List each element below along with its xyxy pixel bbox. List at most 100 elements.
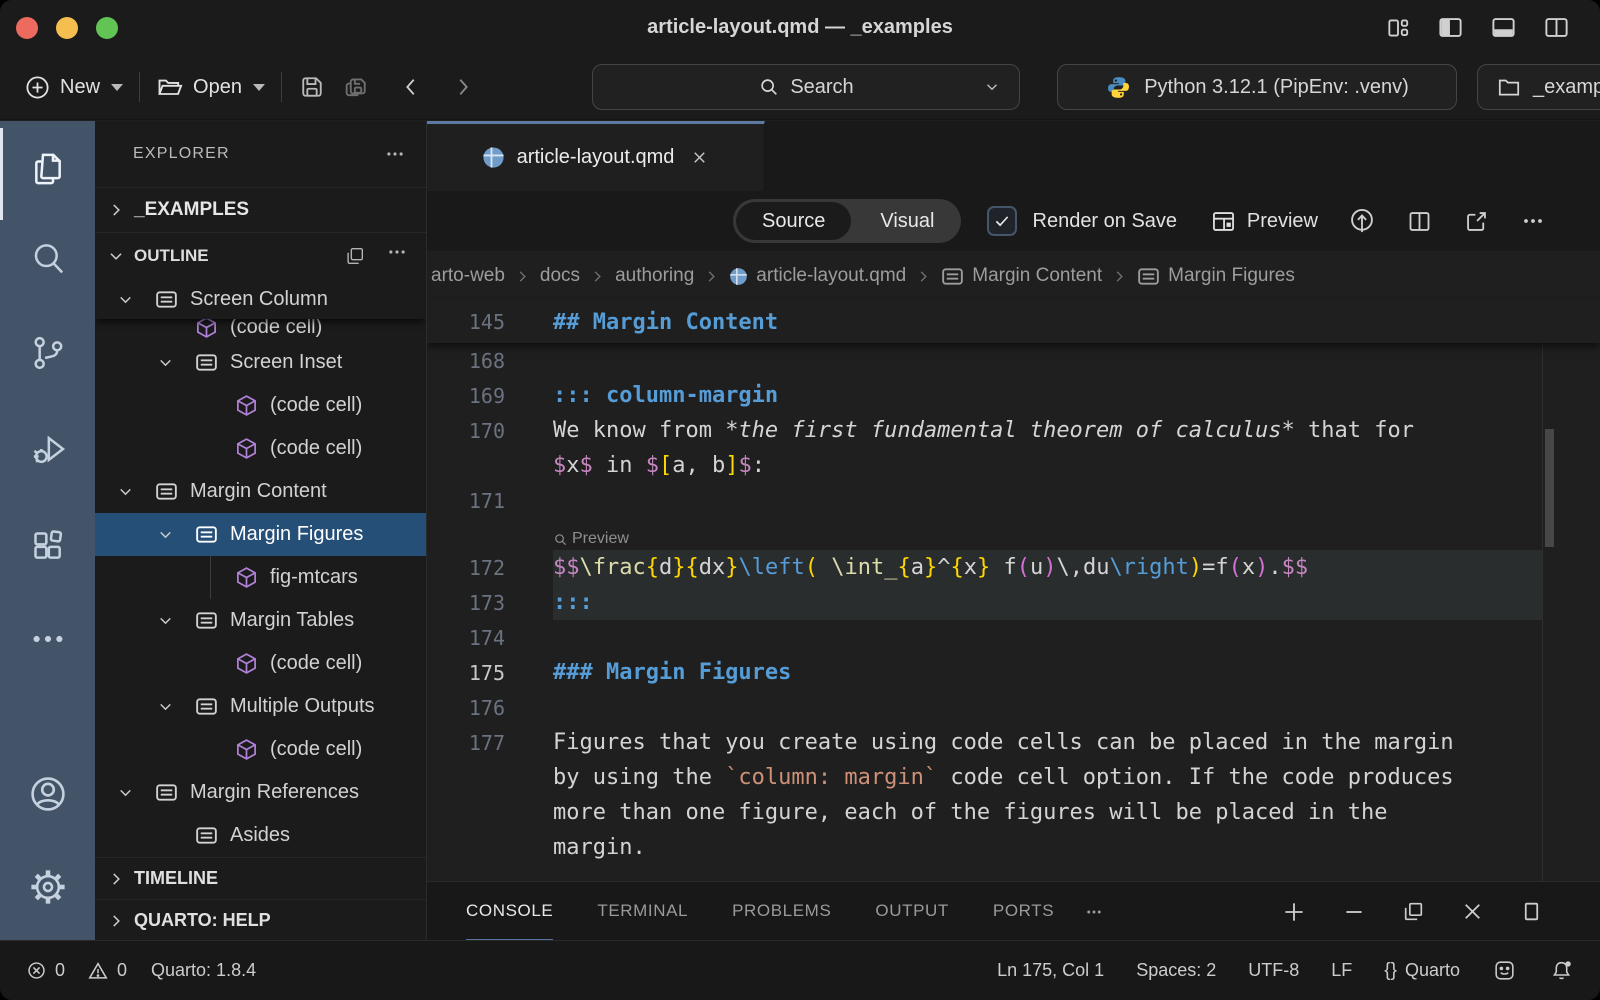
panel-tab-ports[interactable]: PORTS [993, 882, 1054, 940]
extensions-icon[interactable] [0, 526, 95, 566]
save-all-icon[interactable] [342, 73, 370, 101]
chevron-down-icon[interactable] [151, 354, 195, 371]
outline-item-code-cell[interactable]: (code cell) [95, 319, 426, 341]
outline-item-screen-column[interactable]: Screen Column [95, 279, 426, 319]
breadcrumb-item-arto-web[interactable]: arto-web [431, 265, 505, 287]
sidebar-section-quarto-help[interactable]: QUARTO: HELP [95, 899, 426, 940]
panel-tab-output[interactable]: OUTPUT [875, 882, 948, 940]
chevron-down-icon[interactable] [111, 291, 155, 308]
visual-mode-button[interactable]: Visual [854, 199, 960, 243]
breadcrumb-item-margin-content[interactable]: Margin Content [941, 265, 1102, 288]
code-line[interactable]: 174 [427, 620, 1600, 655]
code-line[interactable]: 169::: column-margin [427, 378, 1600, 413]
sidebar-section-examples[interactable]: _EXAMPLES [95, 187, 426, 233]
outline-item-code-cell[interactable]: (code cell) [95, 384, 426, 427]
minimize-panel-icon[interactable] [1341, 899, 1367, 925]
render-on-save-checkbox[interactable] [987, 206, 1017, 236]
navigate-forward-icon[interactable] [452, 76, 474, 98]
code-line[interactable]: $x$ in $[a, b]$: [427, 448, 1600, 483]
code-line[interactable]: 173::: [427, 585, 1600, 620]
toggle-bottom-panel-icon[interactable] [1490, 14, 1517, 41]
search-view-icon[interactable] [0, 239, 95, 279]
code-line[interactable]: by using the `column: margin` code cell … [427, 760, 1600, 795]
outline-item-margin-references[interactable]: Margin References [95, 771, 426, 814]
close-tab-icon[interactable] [690, 148, 709, 167]
explorer-icon[interactable] [0, 148, 95, 190]
panel-tab-problems[interactable]: PROBLEMS [732, 882, 831, 940]
tab-article-layout[interactable]: article-layout.qmd [427, 121, 765, 191]
sidebar-section-timeline[interactable]: TIMELINE [95, 857, 426, 899]
settings-gear-icon[interactable] [0, 866, 95, 908]
code-line[interactable]: 176 [427, 690, 1600, 725]
preview-button[interactable]: Preview [1210, 208, 1318, 235]
source-control-icon[interactable] [0, 333, 95, 373]
split-editor-icon[interactable] [1406, 208, 1433, 235]
language-mode[interactable]: {} Quarto [1384, 960, 1460, 982]
outline-item-asides[interactable]: Asides [95, 814, 426, 857]
code-line[interactable]: 177Figures that you create using code ce… [427, 725, 1600, 760]
breadcrumb-item-docs[interactable]: docs [540, 265, 580, 287]
maximize-panel-icon[interactable] [1519, 899, 1544, 924]
close-panel-icon[interactable] [1460, 899, 1485, 924]
more-actions-icon[interactable] [1520, 213, 1546, 229]
breadcrumb-item-article-layout-qmd[interactable]: article-layout.qmd [729, 265, 906, 287]
source-mode-button[interactable]: Source [736, 202, 851, 240]
outline-item-code-cell[interactable]: (code cell) [95, 642, 426, 685]
run-debug-icon[interactable] [0, 429, 95, 469]
outline-item-code-cell[interactable]: (code cell) [95, 427, 426, 470]
publish-icon[interactable] [1348, 207, 1376, 235]
new-console-plus-icon[interactable] [1281, 899, 1307, 925]
code-line[interactable]: margin. [427, 830, 1600, 865]
breadcrumb-item-authoring[interactable]: authoring [615, 265, 694, 287]
breadcrumb-item-margin-figures[interactable]: Margin Figures [1137, 265, 1295, 288]
toggle-right-panel-icon[interactable] [1543, 14, 1570, 41]
code-line[interactable]: 170We know from *the first fundamental t… [427, 413, 1600, 448]
sidebar-section-outline[interactable]: OUTLINE [95, 233, 426, 279]
chevron-down-icon[interactable] [151, 526, 195, 543]
collapse-all-icon[interactable] [344, 245, 366, 267]
open-button[interactable]: Open [156, 73, 265, 101]
outline-item-margin-figures[interactable]: Margin Figures [95, 513, 426, 556]
workspace-button[interactable]: _examples [1477, 64, 1600, 110]
panel-tab-console[interactable]: CONSOLE [466, 882, 553, 940]
outline-item-fig-mtcars[interactable]: fig-mtcars [95, 556, 426, 599]
indentation-setting[interactable]: Spaces: 2 [1136, 960, 1216, 981]
eol-setting[interactable]: LF [1331, 960, 1352, 981]
search-box[interactable]: Search [592, 64, 1020, 110]
more-views-icon[interactable] [0, 626, 95, 652]
codelens-preview[interactable]: Preview [553, 530, 629, 548]
outline-item-code-cell[interactable]: (code cell) [95, 728, 426, 771]
quarto-version[interactable]: Quarto: 1.8.4 [151, 960, 256, 981]
account-icon[interactable] [0, 773, 95, 815]
panel-tab-terminal[interactable]: TERMINAL [597, 882, 688, 940]
code-line[interactable]: more than one figure, each of the figure… [427, 795, 1600, 830]
code-line[interactable]: 168 [427, 343, 1600, 378]
notifications-bell-icon[interactable] [1549, 958, 1574, 983]
chevron-down-icon[interactable] [111, 784, 155, 801]
outline-more-actions-icon[interactable] [386, 245, 408, 267]
open-in-new-window-icon[interactable] [1463, 208, 1490, 235]
scrollbar-thumb[interactable] [1545, 429, 1554, 547]
toggle-left-panel-icon[interactable] [1437, 14, 1464, 41]
feedback-smiley-icon[interactable] [1492, 958, 1517, 983]
panel-more-tabs-icon[interactable] [1082, 905, 1106, 919]
customize-layout-icon[interactable] [1385, 15, 1411, 41]
chevron-down-icon[interactable] [151, 698, 195, 715]
encoding-setting[interactable]: UTF-8 [1248, 960, 1299, 981]
interpreter-selector[interactable]: Python 3.12.1 (PipEnv: .venv) [1057, 64, 1457, 110]
restore-panel-icon[interactable] [1401, 899, 1426, 924]
explorer-more-actions-icon[interactable] [384, 147, 406, 161]
outline-item-margin-tables[interactable]: Margin Tables [95, 599, 426, 642]
outline-item-margin-content[interactable]: Margin Content [95, 470, 426, 513]
problems-status[interactable]: 0 0 [26, 960, 127, 982]
code-line[interactable]: 172$$\frac{d}{dx}\left( \int_{a}^{x} f(u… [427, 550, 1600, 585]
outline-item-screen-inset[interactable]: Screen Inset [95, 341, 426, 384]
chevron-down-icon[interactable] [111, 483, 155, 500]
chevron-down-icon[interactable] [151, 612, 195, 629]
code-line[interactable]: 145## Margin Content [427, 301, 1600, 343]
outline-item-multiple-outputs[interactable]: Multiple Outputs [95, 685, 426, 728]
save-icon[interactable] [298, 73, 326, 101]
code-line[interactable]: 171 [427, 483, 1600, 518]
code-line[interactable]: 175### Margin Figures [427, 655, 1600, 690]
cursor-position[interactable]: Ln 175, Col 1 [997, 960, 1104, 981]
